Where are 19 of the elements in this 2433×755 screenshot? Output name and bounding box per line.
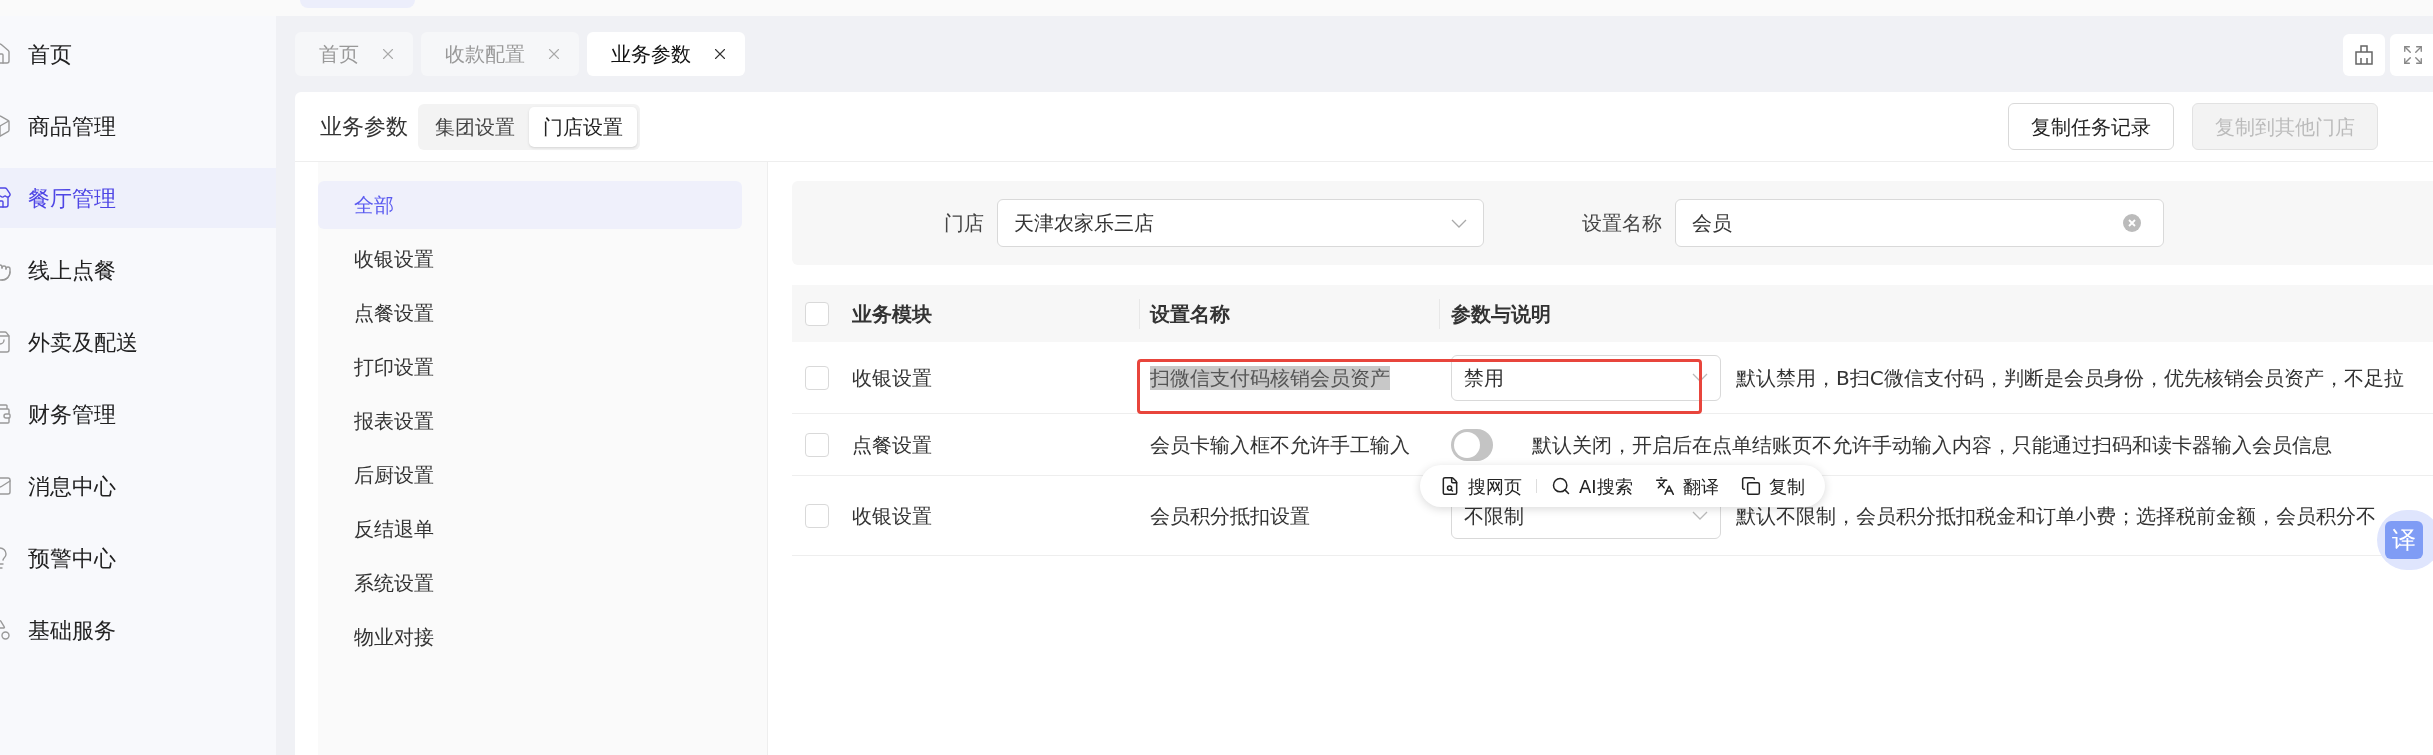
description-text: 默认禁用，B扫C微信支付码，判断是会员身份，优先核销会员资产，不足拉 (1736, 364, 2404, 392)
table-cell-text: 收银设置 (852, 502, 932, 530)
field-label: 设置名称 (1582, 210, 1662, 237)
description-text: 默认不限制，会员积分抵扣税金和订单小费；选择税前金额，会员积分不 (1736, 502, 2376, 530)
description-text: 默认关闭，开启后在点单结账页不允许手动输入内容，只能通过扫码和读卡器输入会员信息 (1532, 431, 2332, 459)
select-value: 天津农家乐三店 (1014, 210, 1155, 237)
table-cell: 会员积分抵扣设置 (1150, 503, 1310, 528)
column-header: 业务模块 (852, 300, 932, 328)
table-cell: 会员卡输入框不允许手工输入 (1150, 432, 1410, 457)
select-value: 禁用 (1464, 364, 1505, 392)
table-cell: 扫微信支付码核销会员资产 (1150, 365, 1390, 390)
field-label: 门店 (943, 210, 984, 237)
column-header: 参数与说明 (1451, 301, 1551, 326)
select-value: 不限制 (1464, 502, 1525, 530)
column-header: 设置名称 (1150, 300, 1230, 328)
table-cell-text: 收银设置 (852, 364, 932, 392)
input-value: 会员 (1692, 210, 1733, 237)
table-cell-text: 点餐设置 (852, 431, 932, 459)
page-title: 业务参数 (320, 113, 408, 141)
